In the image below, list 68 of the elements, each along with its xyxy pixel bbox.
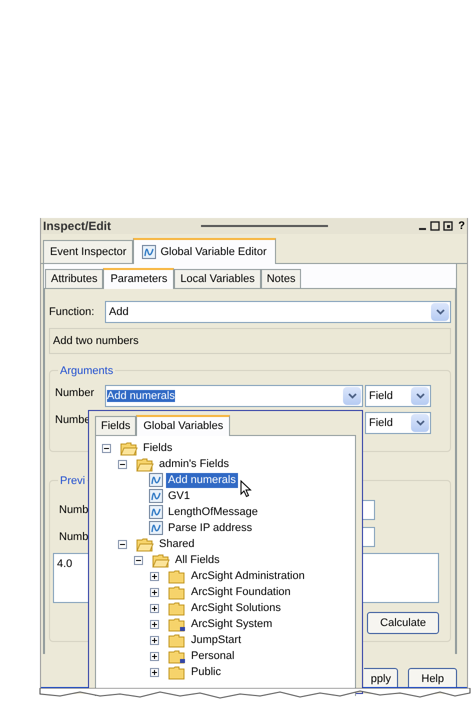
tab[interactable]: Local Variables — [174, 269, 261, 288]
tree-item[interactable]: Parse IP address — [166, 520, 254, 536]
description-box: Add two numbers — [49, 328, 451, 354]
tree-item[interactable]: All Fields — [173, 552, 222, 568]
tab[interactable]: Fields — [95, 416, 136, 435]
expand-toggle[interactable] — [150, 588, 159, 596]
dropdown-button[interactable] — [411, 414, 429, 432]
chevron-down-icon — [416, 420, 424, 426]
variable-icon — [149, 505, 163, 519]
chevron-down-icon — [348, 393, 356, 399]
tab[interactable]: Notes — [260, 269, 302, 288]
tree-item[interactable]: Add numerals — [166, 472, 238, 488]
tab[interactable]: Global Variables — [136, 415, 230, 436]
collapse-toggle[interactable] — [118, 460, 127, 468]
field-label: Number — [55, 386, 96, 401]
type-dropdown[interactable]: Field — [365, 385, 431, 407]
function-dropdown[interactable]: Add — [105, 301, 451, 323]
expand-toggle[interactable] — [150, 620, 159, 628]
chevron-down-icon — [416, 393, 424, 399]
tree-item[interactable]: Shared — [157, 536, 196, 552]
field-label: Numb — [59, 502, 90, 518]
window-title: Inspect/Edit — [43, 218, 112, 235]
collapse-toggle[interactable] — [102, 444, 111, 452]
expand-toggle[interactable] — [150, 604, 159, 612]
open-folder-icon — [136, 456, 154, 472]
restore-icon[interactable] — [443, 221, 454, 231]
variable-icon — [149, 473, 163, 487]
tree-item[interactable]: JumpStart — [189, 632, 244, 648]
tree-item[interactable]: ArcSight Foundation — [189, 584, 293, 600]
dropdown-button[interactable] — [343, 387, 361, 405]
tab[interactable]: Event Inspector — [43, 240, 134, 263]
group-legend: Arguments — [58, 363, 116, 380]
calculate-button[interactable]: Calculate — [367, 612, 439, 634]
dropdown-button[interactable] — [431, 303, 449, 321]
variable-icon — [149, 521, 163, 535]
field-label: Function: — [49, 304, 96, 320]
tree-item[interactable]: Public — [189, 664, 223, 680]
type-dropdown[interactable]: Field — [365, 412, 431, 434]
open-folder-icon — [152, 552, 170, 568]
tab[interactable]: Global Variable Editor — [133, 238, 276, 264]
input-field[interactable] — [363, 500, 375, 520]
dropdown-button[interactable] — [411, 387, 429, 405]
collapse-toggle[interactable] — [134, 556, 143, 564]
pointer-icon — [240, 480, 252, 498]
tree-item[interactable]: Personal — [189, 648, 236, 664]
maximize-icon[interactable] — [430, 221, 440, 231]
tree-item[interactable]: LengthOfMessage — [166, 504, 260, 520]
expand-toggle[interactable] — [150, 572, 159, 580]
tree-item[interactable]: Fields — [141, 440, 174, 456]
expand-toggle[interactable] — [150, 668, 159, 676]
collapse-toggle[interactable] — [118, 540, 127, 548]
tree-item[interactable]: GV1 — [166, 488, 192, 504]
expand-toggle[interactable] — [150, 636, 159, 644]
tab[interactable]: Attributes — [45, 269, 104, 288]
open-folder-icon — [136, 536, 154, 552]
field-label: Numb — [59, 530, 90, 545]
open-folder-icon — [120, 440, 138, 456]
help-button[interactable]: ? — [458, 218, 465, 234]
tab[interactable]: Parameters — [103, 268, 174, 289]
tree-item[interactable]: admin's Fields — [157, 456, 231, 472]
variable-icon — [149, 489, 163, 503]
tree-item[interactable]: ArcSight System — [189, 616, 274, 632]
input-field[interactable] — [363, 527, 375, 547]
tree-item[interactable]: ArcSight Administration — [189, 568, 307, 584]
tree-item[interactable]: ArcSight Solutions — [189, 600, 283, 616]
expand-toggle[interactable] — [150, 652, 159, 660]
chevron-down-icon — [436, 309, 444, 315]
argument-dropdown[interactable]: Add numerals — [105, 385, 363, 407]
